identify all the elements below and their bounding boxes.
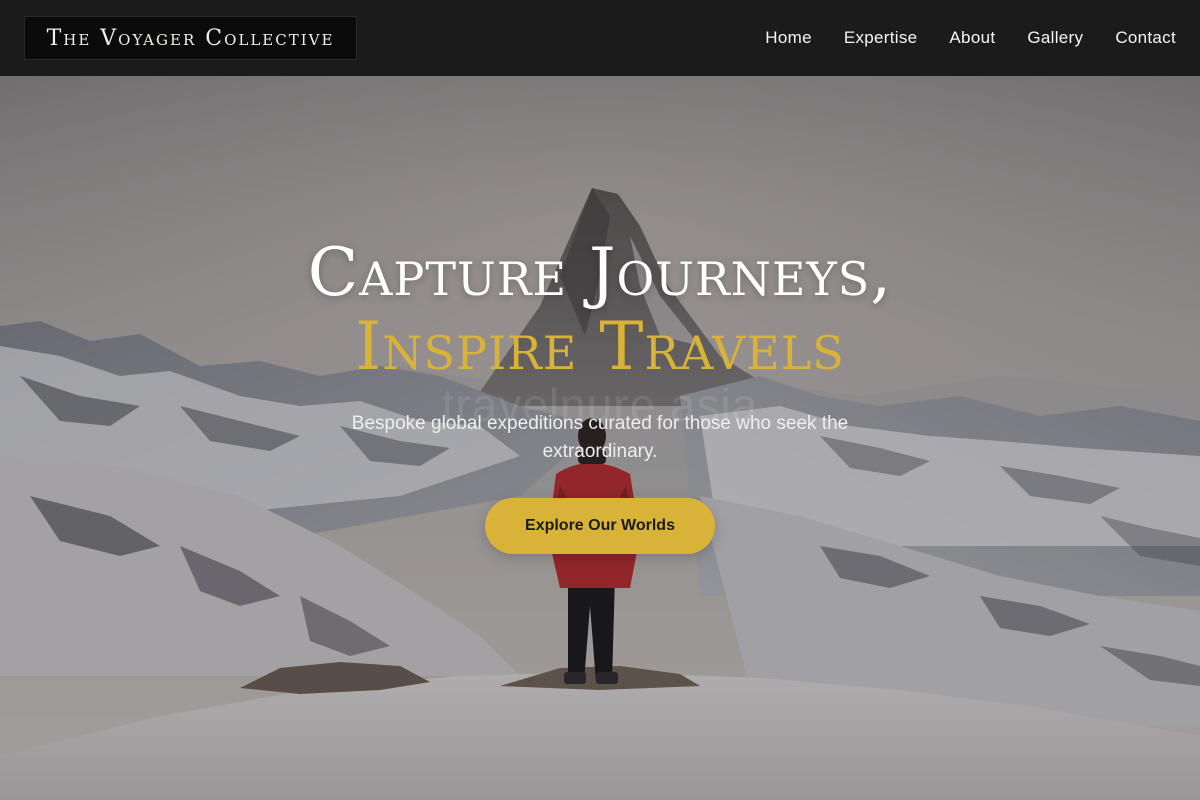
nav-link-about[interactable]: About [949,28,995,48]
explore-button[interactable]: Explore Our Worlds [485,498,715,554]
nav-link-home[interactable]: Home [765,28,812,48]
hero-content: Capture Journeys, Inspire Travels Bespok… [0,236,1200,554]
page: The Voyager Collective Home Expertise Ab… [0,0,1200,800]
hero-section: travelnure asia Capture Journeys, Inspir… [0,76,1200,800]
hero-subtitle: Bespoke global expeditions curated for t… [351,413,849,462]
main-nav: Home Expertise About Gallery Contact [765,0,1176,76]
nav-link-expertise[interactable]: Expertise [844,28,918,48]
hero-title-line1: Capture Journeys, [307,234,893,311]
brand-logo[interactable]: The Voyager Collective [24,16,357,60]
nav-link-gallery[interactable]: Gallery [1027,28,1083,48]
hero-title-line2: Inspire Travels [355,308,845,385]
site-header: The Voyager Collective Home Expertise Ab… [0,0,1200,76]
nav-link-contact[interactable]: Contact [1115,28,1176,48]
